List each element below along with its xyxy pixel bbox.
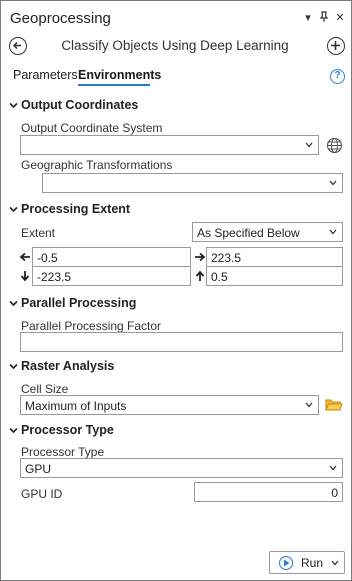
chevron-down-icon xyxy=(329,229,337,235)
pin-icon[interactable] xyxy=(317,11,331,25)
close-icon[interactable]: ✕ xyxy=(333,11,347,25)
section-processor-type[interactable]: Processor Type xyxy=(9,423,209,439)
section-title: Processing Extent xyxy=(21,202,131,216)
play-icon xyxy=(279,556,293,570)
gpu-id-label: GPU ID xyxy=(21,487,63,501)
section-processing-extent[interactable]: Processing Extent xyxy=(9,202,209,218)
chevron-down-icon[interactable] xyxy=(331,560,339,566)
chevron-down-icon xyxy=(329,180,337,186)
gpu-id-input[interactable]: 0 xyxy=(194,482,343,502)
tab-environments[interactable]: Environments xyxy=(78,68,161,82)
extent-top-input[interactable]: 0.5 xyxy=(206,266,343,286)
section-output-coordinates[interactable]: Output Coordinates xyxy=(9,98,209,114)
chevron-down-icon xyxy=(9,102,18,109)
back-button[interactable] xyxy=(9,37,27,55)
processor-type-label: Processor Type xyxy=(21,445,105,459)
section-parallel-processing[interactable]: Parallel Processing xyxy=(9,296,209,312)
cell-size-select[interactable]: Maximum of Inputs xyxy=(20,395,319,415)
extent-right-input[interactable]: 223.5 xyxy=(206,247,343,267)
parallel-processing-factor-input[interactable] xyxy=(20,332,343,352)
arrow-down-icon xyxy=(20,271,30,282)
output-coordinate-system-label: Output Coordinate System xyxy=(21,121,163,135)
arrow-up-icon xyxy=(195,270,205,281)
tab-parameters[interactable]: Parameters xyxy=(13,68,78,82)
chevron-down-icon xyxy=(9,206,18,213)
folder-icon[interactable] xyxy=(325,398,343,412)
globe-icon[interactable] xyxy=(326,137,343,154)
arrow-left-icon xyxy=(12,41,21,50)
run-button[interactable]: Run xyxy=(269,551,345,574)
chevron-down-icon xyxy=(9,300,18,307)
geographic-transformations-label: Geographic Transformations xyxy=(21,158,173,172)
add-button[interactable] xyxy=(327,37,345,55)
chevron-down-icon xyxy=(9,363,18,370)
chevron-down-icon xyxy=(9,427,18,434)
section-title: Raster Analysis xyxy=(21,359,115,373)
extent-label: Extent xyxy=(21,226,56,240)
output-coordinate-system-select[interactable] xyxy=(20,135,319,155)
pane-titlebar: Geoprocessing ▾ ✕ xyxy=(1,1,351,35)
plus-icon xyxy=(331,41,340,50)
active-tab-indicator xyxy=(78,84,150,86)
chevron-down-icon xyxy=(305,402,313,408)
parallel-processing-factor-label: Parallel Processing Factor xyxy=(21,319,162,333)
cell-size-label: Cell Size xyxy=(21,382,69,396)
extent-left-input[interactable]: -0.5 xyxy=(32,247,191,267)
tool-title: Classify Objects Using Deep Learning xyxy=(61,38,289,53)
arrow-right-icon xyxy=(195,252,206,262)
chevron-down-icon xyxy=(305,142,313,148)
geographic-transformations-select[interactable] xyxy=(42,173,343,193)
run-button-label: Run xyxy=(301,556,324,570)
section-title: Processor Type xyxy=(21,423,114,437)
section-title: Output Coordinates xyxy=(21,98,139,112)
chevron-down-icon xyxy=(329,465,337,471)
arrow-left-icon xyxy=(19,252,30,262)
help-icon[interactable]: ? xyxy=(330,69,345,84)
section-raster-analysis[interactable]: Raster Analysis xyxy=(9,359,209,375)
section-title: Parallel Processing xyxy=(21,296,137,310)
geoprocessing-pane: Geoprocessing ▾ ✕ Classify Objects Using… xyxy=(0,0,352,581)
pane-menu-icon[interactable]: ▾ xyxy=(301,11,315,25)
processor-type-select[interactable]: GPU xyxy=(20,458,343,478)
extent-bottom-input[interactable]: -223.5 xyxy=(32,266,191,286)
extent-select[interactable]: As Specified Below xyxy=(192,222,343,242)
pane-title: Geoprocessing xyxy=(10,10,111,27)
